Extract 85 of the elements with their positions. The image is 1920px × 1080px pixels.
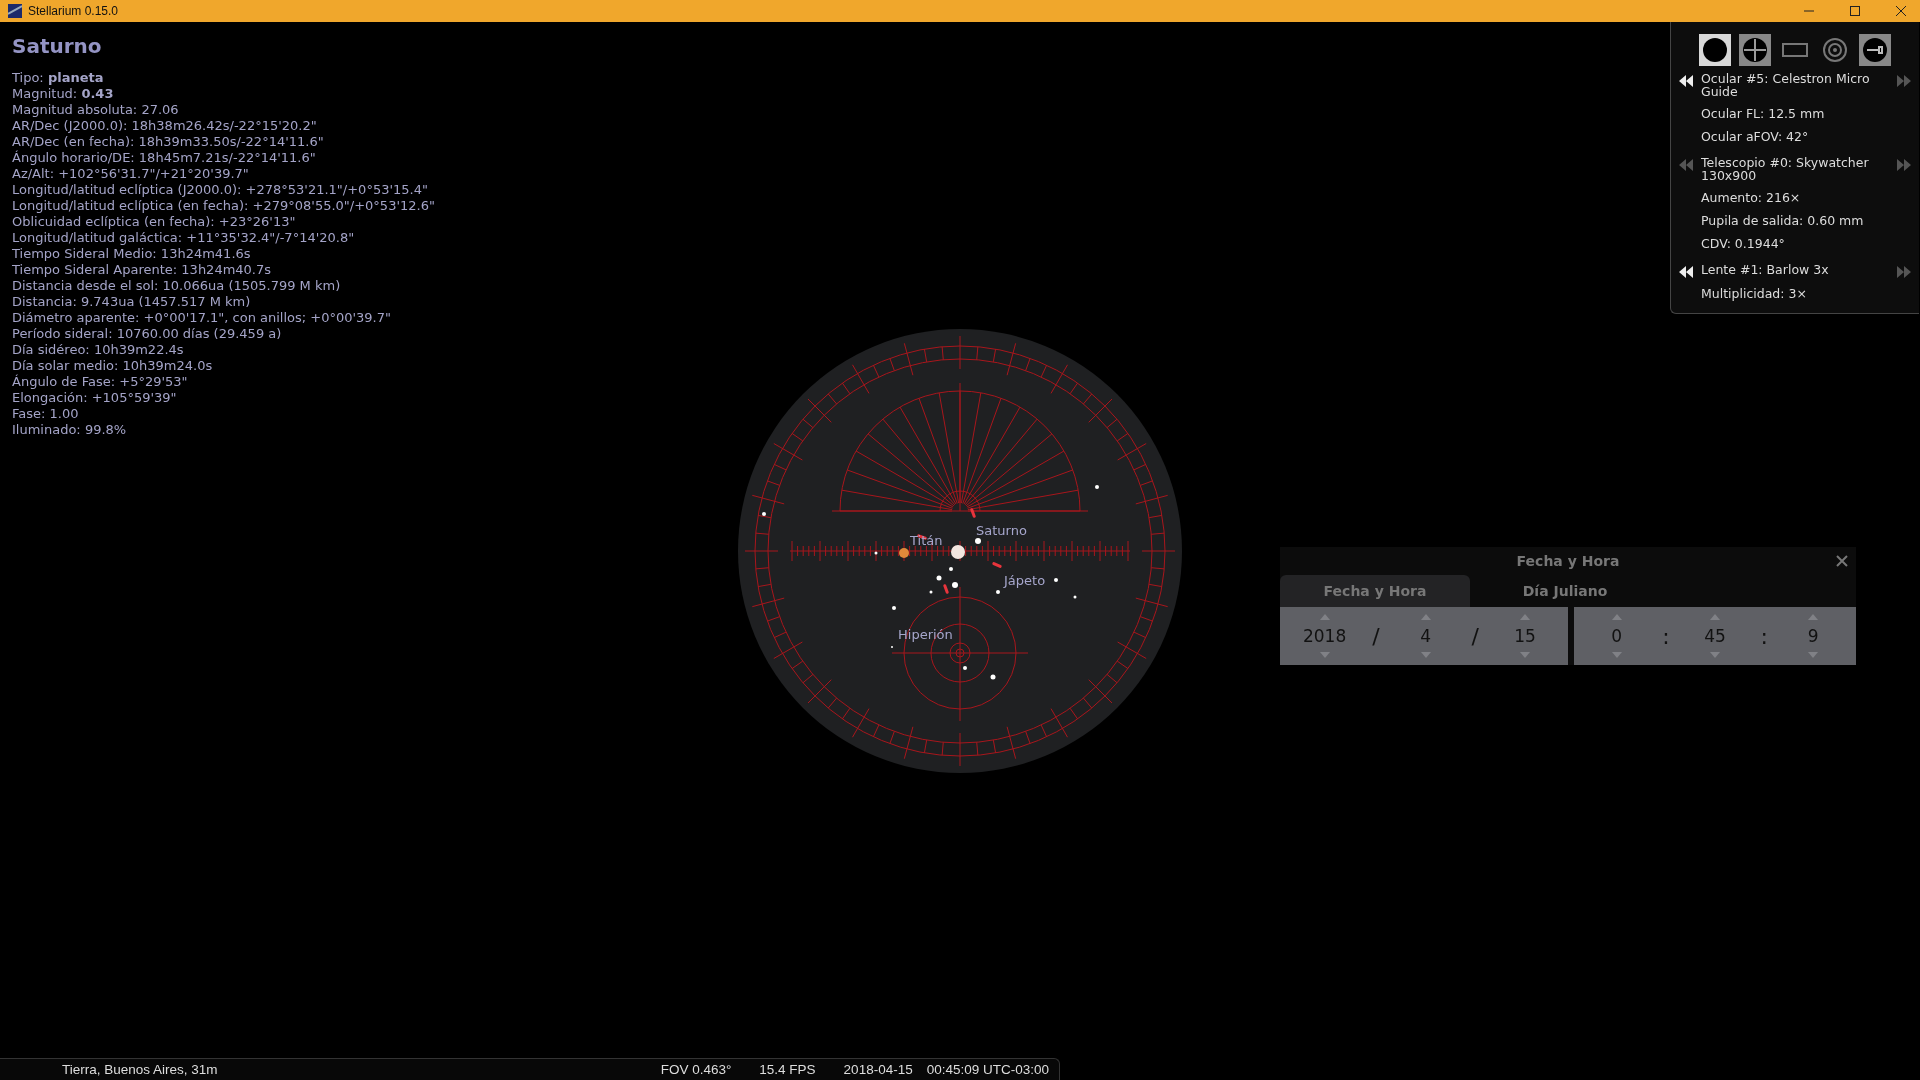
date-text: 2018-04-15 [843,1062,913,1077]
detail-text: Ocular FL: 12.5 mm [1700,106,1826,121]
info-line: Distancia: 9.743ua (1457.517 M km) [12,294,252,310]
info-line: Diámetro aparente: +0°00'17.1", con anillos; +0°00'39.7" [12,310,392,326]
info-line: Período sideral: 10760.00 días (29.459 a) [12,326,283,342]
down-arrow-icon[interactable] [1420,652,1431,658]
object-label: Titán [910,533,943,548]
location-text: Tierra, Buenos Aires, 31m [62,1062,218,1077]
tool-button[interactable] [1859,34,1891,66]
separator-text: / [1372,623,1380,649]
info-line: Ángulo de Fase: +5°29'53" [12,374,189,390]
info-line: Tipo: planeta [12,70,105,86]
next-arrow-icon[interactable] [1897,159,1911,171]
info-line: Tiempo Sideral Aparente: 13h24m40.7s [12,262,273,278]
info-line: Día solar medio: 10h39m24.0s [12,358,214,374]
detail-text: Ocular aFOV: 42° [1700,129,1810,144]
crosshair-icon [1742,37,1768,63]
info-line: Longitud/latitud galáctica: +11°35'32.4"/-7°14'20.8" [12,230,356,246]
tool-button[interactable] [1739,34,1771,66]
up-arrow-icon[interactable] [1519,614,1530,620]
down-arrow-icon[interactable] [1319,652,1330,658]
fps-text: 15.4 FPS [759,1062,816,1077]
detail-text: CDV: 0.1944° [1700,236,1786,251]
rectangle-icon [1782,43,1808,57]
object-label: Hiperión [898,627,953,642]
previous-arrow-icon[interactable] [1679,266,1693,278]
object-label: Jápeto [1004,573,1046,588]
spinbox-value[interactable]: 0 [1611,626,1623,646]
dialog-tab[interactable]: Fecha y Hora [1280,575,1470,607]
time-text: 00:45:09 UTC-03:00 [926,1062,1049,1077]
down-arrow-icon[interactable] [1709,652,1720,658]
info-line: Magnitud: 0.43 [12,86,115,102]
info-line: Oblicuidad eclíptica (en fecha): +23°26'13" [12,214,297,230]
up-arrow-icon[interactable] [1808,614,1819,620]
info-line: Distancia desde el sol: 10.066ua (1505.799 M km) [12,278,342,294]
info-line: AR/Dec (en fecha): 18h39m33.50s/-22°14'11.6" [12,134,325,150]
spinbox-value[interactable]: 4 [1420,626,1431,646]
section-title: Ocular #5: Celestron Micro Guide [1701,72,1871,98]
info-line: Magnitud absoluta: 27.06 [12,102,180,118]
detail-text: Pupila de salida: 0.60 mm [1700,213,1865,228]
target-icon [1822,37,1848,63]
info-line: Ángulo horario/DE: 18h45m7.21s/-22°14'11.6" [12,150,317,166]
info-line: Iluminado: 99.8% [12,422,128,438]
info-line: Tiempo Sideral Medio: 13h24m41.6s [12,246,252,262]
down-arrow-icon[interactable] [1808,652,1819,658]
dialog-title: Fecha y Hora [1516,553,1620,569]
info-line: Fase: 1.00 [12,406,80,422]
spinbox-value[interactable]: 9 [1807,626,1819,646]
separator-text: : [1662,623,1670,649]
fov-text: FOV 0.463° [660,1062,732,1077]
separator-text: : [1760,623,1768,649]
section-title: Lente #1: Barlow 3x [1701,263,1830,276]
detail-text: Multiplicidad: 3× [1700,286,1808,301]
info-line: Az/Alt: +102°56'31.7"/+21°20'39.7" [12,166,250,182]
close-icon[interactable] [1836,555,1848,567]
previous-arrow-icon[interactable] [1679,75,1693,87]
close-icon[interactable] [1896,6,1906,16]
detail-text: Aumento: 216× [1700,190,1802,205]
up-arrow-icon[interactable] [1319,614,1330,620]
up-arrow-icon[interactable] [1611,614,1622,620]
spinbox-value[interactable]: 45 [1704,626,1726,646]
info-line: Día sidéreo: 10h39m22.4s [12,342,185,358]
spinbox-value[interactable]: 15 [1514,626,1536,646]
separator-text: / [1471,623,1479,649]
next-arrow-icon[interactable] [1897,266,1911,278]
next-arrow-icon[interactable] [1897,75,1911,87]
window-title: Stellarium 0.15.0 [28,4,119,18]
section-title: Telescopio #0: Skywatcher 130x900 [1701,156,1870,182]
info-line: Longitud/latitud eclíptica (en fecha): +279°08'55.0"/+0°53'12.6" [12,198,435,214]
app-icon [8,4,22,18]
up-arrow-icon[interactable] [1709,614,1720,620]
disk-icon [1702,37,1728,63]
spinbox-value[interactable]: 2018 [1303,626,1347,646]
up-arrow-icon[interactable] [1420,614,1431,620]
dialog-tab[interactable]: Día Juliano [1470,575,1660,607]
info-line: Longitud/latitud eclíptica (J2000.0): +278°53'21.1"/+0°53'15.4" [12,182,429,198]
tool-button[interactable] [1699,34,1731,66]
info-line: AR/Dec (J2000.0): 18h38m26.42s/-22°15'20.2" [12,118,318,134]
info-line: Elongación: +105°59'39" [12,390,178,406]
down-arrow-icon[interactable] [1611,652,1622,658]
wrench-icon [1862,37,1888,63]
maximize-icon[interactable] [1850,6,1860,16]
object-name: Saturno [12,34,103,58]
object-label: Saturno [976,523,1027,538]
down-arrow-icon[interactable] [1519,652,1530,658]
